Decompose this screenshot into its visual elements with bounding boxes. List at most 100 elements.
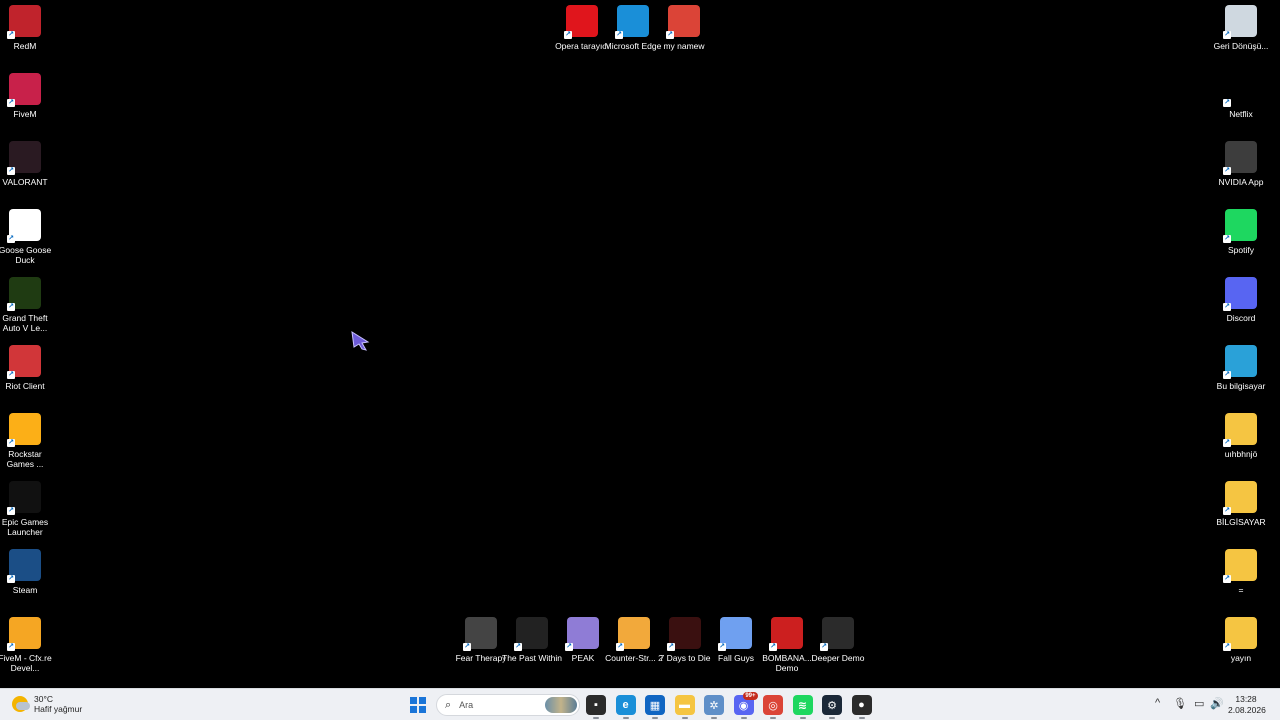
shortcut-arrow-icon: ↗ — [769, 643, 777, 651]
running-indicator — [711, 717, 717, 719]
desktop-shortcut[interactable]: ↗ Netflix — [1211, 73, 1271, 135]
netflix-icon: ↗ — [1223, 73, 1257, 107]
desktop-shortcut[interactable]: ↗ Geri Dönüşü... — [1211, 5, 1271, 67]
shortcut-arrow-icon: ↗ — [1223, 575, 1231, 583]
folder-icon: ↗ — [1223, 481, 1257, 515]
desktop-shortcut[interactable]: ↗ Epic Games Launcher — [0, 481, 55, 543]
shortcut-arrow-icon: ↗ — [564, 31, 572, 39]
desktop-shortcut[interactable]: ↗ Riot Client — [0, 345, 55, 407]
notification-badge: 99+ — [743, 692, 758, 700]
desktop-shortcut-label: Spotify — [1228, 245, 1254, 255]
volume-icon[interactable]: 🔊 — [1210, 697, 1224, 710]
shortcut-arrow-icon: ↗ — [7, 439, 15, 447]
desktop-shortcut-label: my namew — [663, 41, 705, 51]
desktop-shortcut-label: Goose Goose Duck — [0, 245, 52, 265]
weather-desc: Hafif yağmur — [34, 704, 83, 714]
shortcut-arrow-icon: ↗ — [667, 643, 675, 651]
desktop-shortcut[interactable]: ↗ FiveM — [0, 73, 55, 135]
desktop-shortcut[interactable]: ↗ uıhbhnjö — [1211, 413, 1271, 475]
taskbar-app-edge[interactable]: e — [615, 695, 636, 719]
taskbar-app-spotify[interactable]: ≋ — [792, 695, 813, 719]
taskbar-app-settings-app[interactable]: ✲ — [704, 695, 724, 719]
windows-logo-icon — [410, 705, 417, 713]
taskbar-app-store[interactable]: ▦ — [645, 695, 665, 719]
clock[interactable]: 13:28 2.08.2026 — [1228, 694, 1266, 716]
file-explorer-icon: ▬ — [679, 699, 690, 711]
desktop-shortcut[interactable]: ↗ Rockstar Games ... — [0, 413, 55, 475]
taskbar-app-riot[interactable]: ● — [851, 695, 872, 719]
desktop-shortcut[interactable]: ↗ FiveM - Cfx.re Devel... — [0, 617, 55, 679]
desktop-shortcut[interactable]: ↗ NVIDIA App — [1211, 141, 1271, 203]
desktop-shortcut-label: FiveM - Cfx.re Devel... — [0, 653, 52, 673]
settings-app-icon: ✲ — [709, 699, 719, 712]
folder-icon: ↗ — [1223, 549, 1257, 583]
start-button[interactable] — [410, 697, 426, 713]
past-within-icon: ↗ — [514, 617, 548, 651]
fivem-icon: ↗ — [7, 73, 41, 107]
cs2-icon: ↗ — [616, 617, 650, 651]
desktop-shortcut[interactable]: ↗ yayın — [1211, 617, 1271, 679]
discord-icon: ↗ — [1223, 277, 1257, 311]
nvidia-icon: ↗ — [1223, 141, 1257, 175]
windows-logo-icon — [418, 705, 426, 713]
clock-date: 2.08.2026 — [1228, 705, 1266, 715]
valorant-icon: ↗ — [7, 141, 41, 175]
folder-icon: ↗ — [1223, 617, 1257, 651]
desktop-shortcut[interactable]: ↗ my namew — [654, 5, 714, 67]
shortcut-arrow-icon: ↗ — [1223, 371, 1231, 379]
desktop-shortcut[interactable]: ↗ Deeper Demo — [808, 617, 868, 679]
mouse-cursor-icon — [351, 331, 370, 351]
network-icon[interactable]: ▭ — [1194, 697, 1204, 710]
desktop-shortcut[interactable]: ↗ = — [1211, 549, 1271, 611]
desktop-shortcut-label: Bu bilgisayar — [1216, 381, 1266, 391]
desktop-shortcut[interactable]: ↗ Spotify — [1211, 209, 1271, 271]
taskbar-app-task-view[interactable]: ▪ — [586, 695, 606, 719]
desktop-shortcut[interactable]: ↗ BİLGİSAYAR — [1211, 481, 1271, 543]
shortcut-arrow-icon: ↗ — [1223, 303, 1231, 311]
running-indicator — [770, 717, 776, 719]
search-box[interactable]: ⌕ Ara — [436, 694, 580, 716]
shortcut-arrow-icon: ↗ — [1223, 99, 1231, 107]
goose-icon: ↗ — [7, 209, 41, 243]
windows-logo-icon — [410, 697, 417, 705]
desktop-shortcut-label: NVIDIA App — [1218, 177, 1264, 187]
desktop-shortcut[interactable]: ↗ Discord — [1211, 277, 1271, 339]
tray-overflow-icon[interactable]: ^ — [1155, 697, 1160, 709]
microphone-icon[interactable]: 🎙 — [1173, 697, 1187, 710]
riot-icon: ↗ — [7, 345, 41, 379]
weather-widget[interactable]: 30°C Hafif yağmur — [12, 694, 82, 714]
shortcut-arrow-icon: ↗ — [7, 507, 15, 515]
epic-icon: ↗ — [7, 481, 41, 515]
rockstar-icon: ↗ — [7, 413, 41, 447]
desktop-shortcut[interactable]: ↗ Steam — [0, 549, 55, 611]
deeper-icon: ↗ — [820, 617, 854, 651]
desktop-shortcut[interactable]: ↗ Bu bilgisayar — [1211, 345, 1271, 407]
desktop-shortcut-label: yayın — [1230, 653, 1252, 663]
folder-icon: ↗ — [1223, 413, 1257, 447]
desktop-shortcut[interactable]: ↗ Goose Goose Duck — [0, 209, 55, 271]
desktop-shortcut-label: Rockstar Games ... — [6, 449, 44, 469]
taskbar-app-discord[interactable]: ◉ 99+ — [733, 692, 758, 719]
shortcut-arrow-icon: ↗ — [7, 235, 15, 243]
taskbar-app-file-explorer[interactable]: ▬ — [674, 695, 695, 719]
shortcut-arrow-icon: ↗ — [666, 31, 674, 39]
shortcut-arrow-icon: ↗ — [7, 575, 15, 583]
chrome-icon: ◎ — [768, 699, 778, 712]
windows-logo-icon — [418, 697, 426, 705]
riot-icon: ● — [858, 699, 865, 711]
shortcut-arrow-icon: ↗ — [514, 643, 522, 651]
running-indicator — [681, 717, 688, 719]
shortcut-arrow-icon: ↗ — [565, 643, 573, 651]
taskbar-app-steam[interactable]: ⚙ — [822, 695, 842, 719]
shortcut-arrow-icon: ↗ — [1223, 507, 1231, 515]
taskbar-app-chrome[interactable]: ◎ — [763, 695, 783, 719]
shortcut-arrow-icon: ↗ — [7, 99, 15, 107]
desktop-shortcut-label: Geri Dönüşü... — [1213, 41, 1269, 51]
running-indicator — [740, 717, 747, 719]
desktop: ↗ RedM ↗ FiveM ↗ VALORANT ↗ Goose Goose Duck ↗ Gr… — [0, 0, 1280, 688]
desktop-shortcut[interactable]: ↗ VALORANT — [0, 141, 55, 203]
desktop-shortcut[interactable]: ↗ Grand Theft Auto V Le... — [0, 277, 55, 339]
desktop-shortcut-label: Epic Games Launcher — [1, 517, 49, 537]
search-icon: ⌕ — [445, 698, 452, 711]
desktop-shortcut[interactable]: ↗ RedM — [0, 5, 55, 67]
